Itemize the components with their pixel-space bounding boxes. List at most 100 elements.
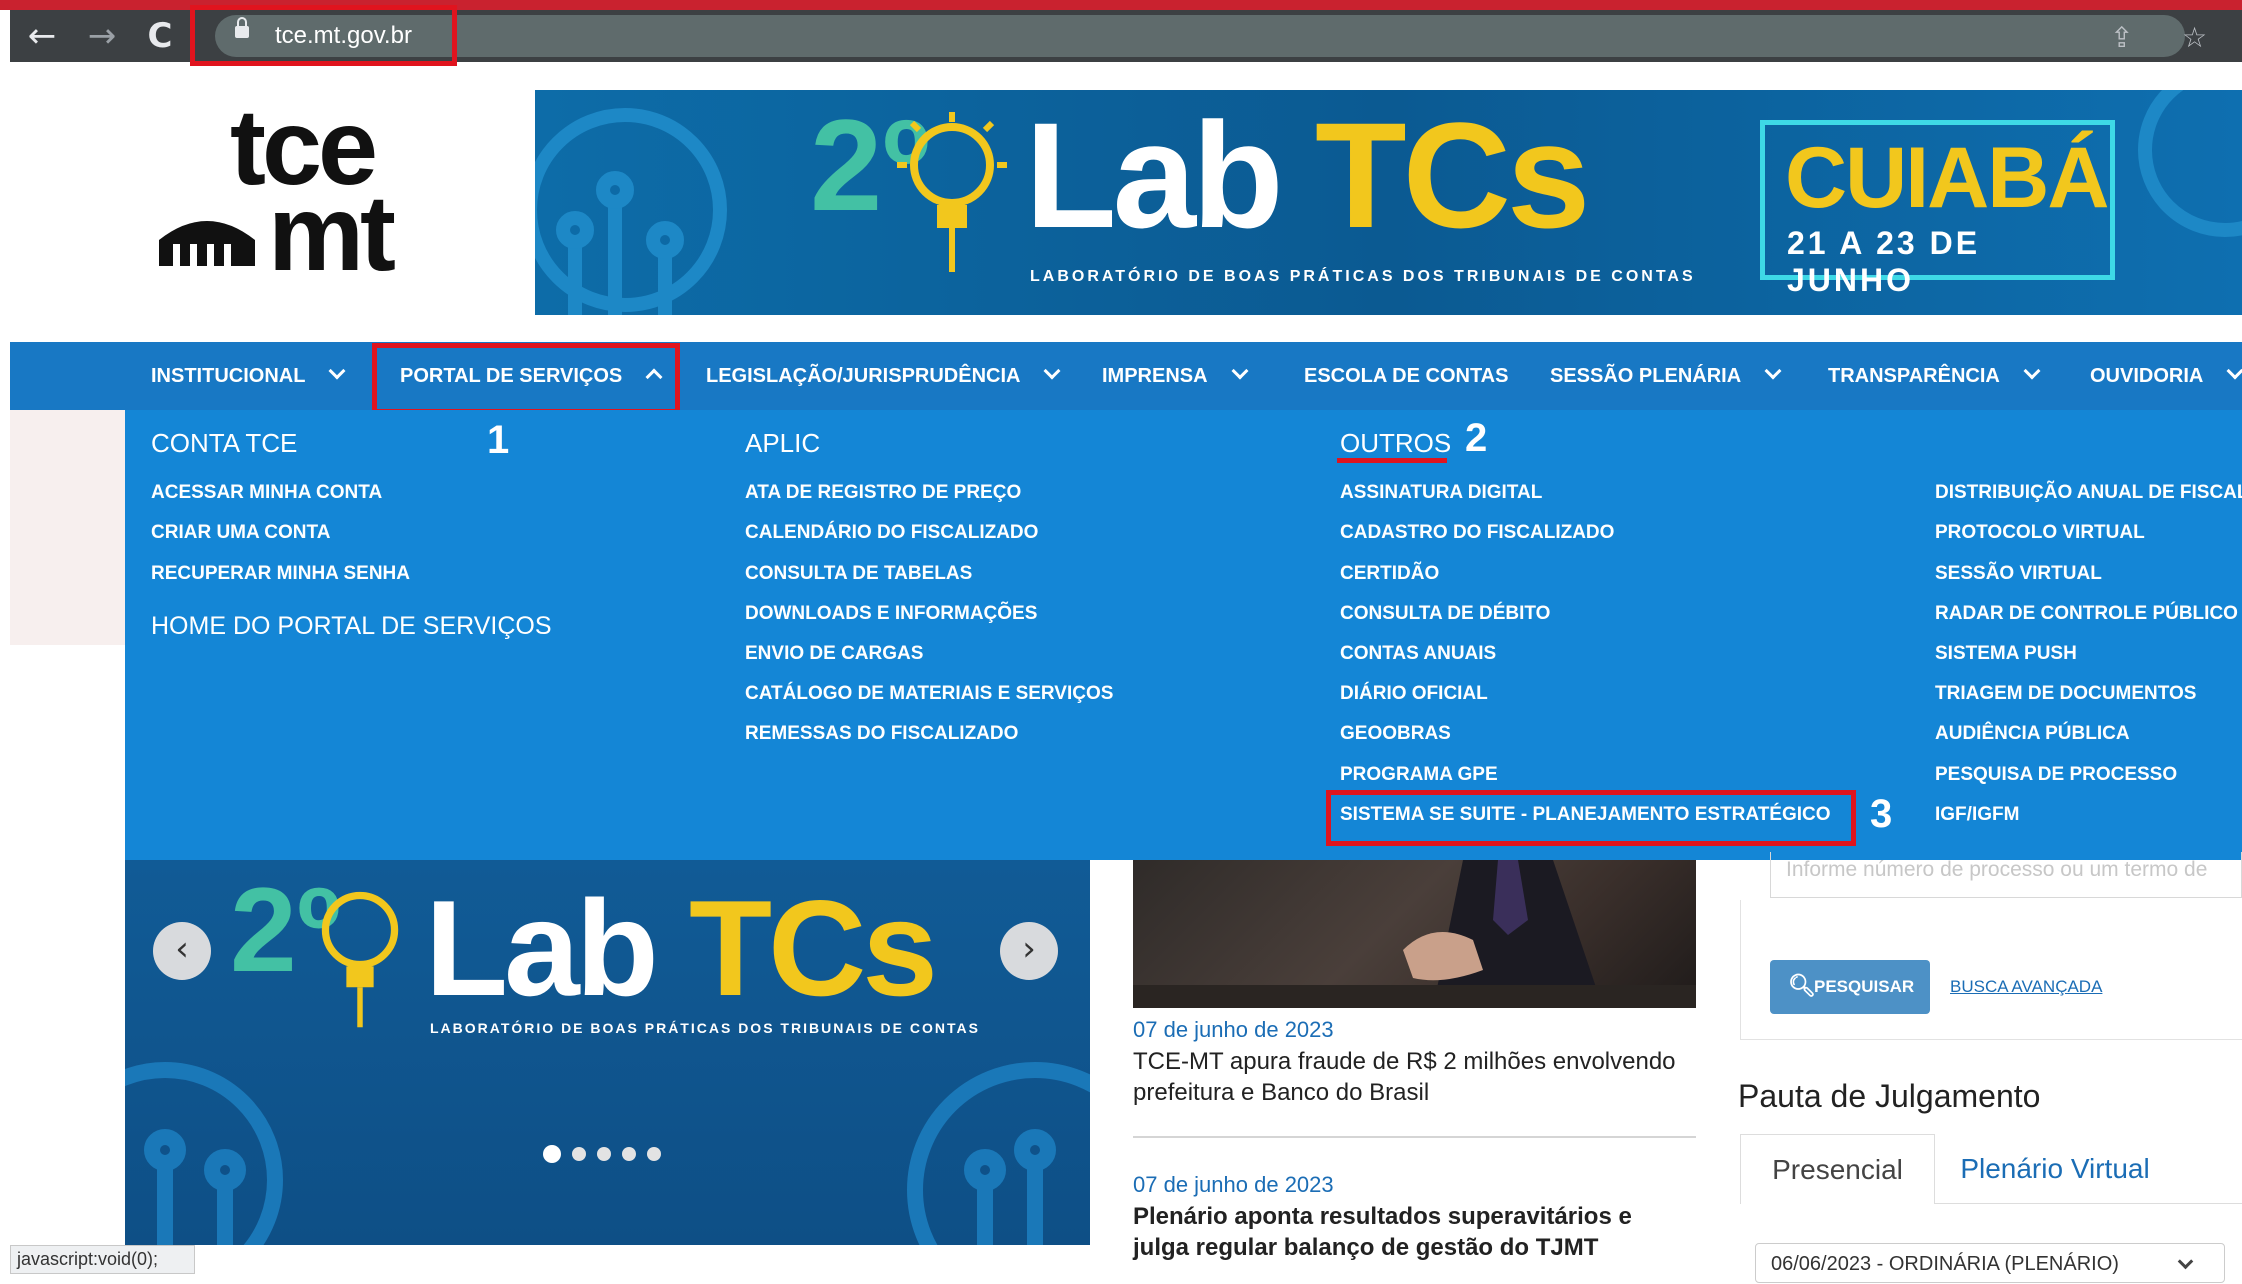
tab-presencial[interactable]: Presencial bbox=[1740, 1134, 1935, 1204]
menu-item-aplic[interactable]: CATÁLOGO DE MATERIAIS E SERVIÇOS bbox=[745, 683, 1113, 705]
menu-item-aplic[interactable]: ENVIO DE CARGAS bbox=[745, 643, 923, 665]
page-side-background bbox=[10, 410, 125, 645]
banner-city-box: CUIABÁ 21 A 23 DE JUNHO bbox=[1760, 120, 2115, 298]
carousel-title-tcs: TCs bbox=[689, 872, 938, 1024]
news-divider bbox=[1133, 1136, 1696, 1138]
banner-dates: 21 A 23 DE JUNHO bbox=[1787, 225, 1981, 298]
nav-label: OUVIDORIA bbox=[2090, 365, 2204, 387]
menu-item-outros[interactable]: CONSULTA DE DÉBITO bbox=[1340, 603, 1550, 625]
news-title[interactable]: TCE-MT apura fraude de R$ 2 milhões envo… bbox=[1133, 1046, 1693, 1108]
menu-item-sistema-se-suite[interactable]: SISTEMA SE SUITE - PLANEJAMENTO ESTRATÉG… bbox=[1340, 804, 1831, 826]
browser-toolbar: ← → C tce.mt.gov.br ⇪ ☆ bbox=[10, 10, 2242, 62]
news-photo[interactable] bbox=[1133, 860, 1696, 1008]
carousel-dot[interactable] bbox=[597, 1147, 611, 1161]
menu-heading-aplic: APLIC bbox=[745, 428, 821, 458]
menu-item-col4[interactable]: AUDIÊNCIA PÚBLICA bbox=[1935, 723, 2130, 745]
menu-heading-conta-tce: CONTA TCE bbox=[151, 428, 298, 458]
chevron-down-icon bbox=[2226, 362, 2242, 380]
event-banner[interactable]: 2º Lab TCs LABORATÓRIO DE BOAS PRÁTICAS … bbox=[535, 90, 2242, 315]
address-bar[interactable] bbox=[215, 15, 2185, 57]
menu-item-col4[interactable]: RADAR DE CONTROLE PÚBLICO bbox=[1935, 603, 2238, 625]
menu-item-outros[interactable]: ASSINATURA DIGITAL bbox=[1340, 482, 1542, 504]
banner-title-lab: Lab bbox=[1025, 91, 1284, 259]
nav-escola-de-contas[interactable]: ESCOLA DE CONTAS bbox=[1304, 342, 1508, 410]
nav-label: LEGISLAÇÃO/JURISPRUDÊNCIA bbox=[706, 365, 1021, 387]
menu-item-outros[interactable]: GEOOBRAS bbox=[1340, 723, 1451, 745]
nav-ouvidoria[interactable]: OUVIDORIA bbox=[2090, 342, 2242, 410]
carousel-dot[interactable] bbox=[622, 1147, 636, 1161]
menu-item-outros[interactable]: CADASTRO DO FISCALIZADO bbox=[1340, 522, 1614, 544]
nav-label: ESCOLA DE CONTAS bbox=[1304, 365, 1509, 387]
carousel-next-icon[interactable]: › bbox=[1000, 922, 1058, 980]
nav-transparencia[interactable]: TRANSPARÊNCIA bbox=[1828, 342, 2041, 410]
menu-item-col4[interactable]: SISTEMA PUSH bbox=[1935, 643, 2077, 665]
chevron-down-icon bbox=[328, 362, 346, 380]
logo-line2: mt bbox=[268, 172, 396, 293]
menu-item-acessar-conta[interactable]: ACESSAR MINHA CONTA bbox=[151, 482, 382, 504]
news-title[interactable]: Plenário aponta resultados superavitário… bbox=[1133, 1201, 1693, 1263]
nav-label: PORTAL DE SERVIÇOS bbox=[400, 365, 623, 387]
speaker-photo-illustration bbox=[1133, 860, 1696, 1008]
menu-item-col4[interactable]: IGF/IGFM bbox=[1935, 804, 2019, 826]
menu-item-outros[interactable]: PROGRAMA GPE bbox=[1340, 764, 1498, 786]
menu-item-col4[interactable]: PESQUISA DE PROCESSO bbox=[1935, 764, 2177, 786]
menu-item-outros[interactable]: CERTIDÃO bbox=[1340, 563, 1439, 585]
carousel-dot-active[interactable] bbox=[543, 1145, 561, 1163]
search-icon: 🔍︎ bbox=[1788, 974, 1816, 999]
advanced-search-link[interactable]: BUSCA AVANÇADA bbox=[1950, 977, 2102, 997]
menu-item-criar-conta[interactable]: CRIAR UMA CONTA bbox=[151, 522, 330, 544]
news-carousel[interactable]: 2º Lab TCs LABORATÓRIO DE BOAS PRÁTICAS … bbox=[125, 860, 1090, 1245]
menu-item-outros[interactable]: DIÁRIO OFICIAL bbox=[1340, 683, 1488, 705]
menu-heading-outros[interactable]: OUTROS bbox=[1340, 428, 1451, 459]
menu-item-col4[interactable]: DISTRIBUIÇÃO ANUAL DE FISCAL bbox=[1935, 482, 2242, 504]
carousel-prev-icon[interactable]: ‹ bbox=[153, 922, 211, 980]
forward-icon[interactable]: → bbox=[82, 19, 122, 53]
menu-item-aplic[interactable]: CONSULTA DE TABELAS bbox=[745, 563, 972, 585]
carousel-dot[interactable] bbox=[647, 1147, 661, 1161]
nav-imprensa[interactable]: IMPRENSA bbox=[1102, 342, 1249, 410]
tab-underline bbox=[2175, 1203, 2242, 1204]
nav-sessao-plenaria[interactable]: SESSÃO PLENÁRIA bbox=[1550, 342, 1782, 410]
banner-city: CUIABÁ bbox=[1785, 130, 2109, 226]
status-bar: javascript:void(0); bbox=[10, 1245, 195, 1274]
back-icon[interactable]: ← bbox=[22, 19, 62, 53]
annotation-step-3: 3 bbox=[1870, 792, 1893, 836]
carousel-subtitle: LABORATÓRIO DE BOAS PRÁTICAS DOS TRIBUNA… bbox=[430, 1020, 980, 1036]
annotation-step-2: 2 bbox=[1465, 416, 1488, 460]
menu-home-portal[interactable]: HOME DO PORTAL DE SERVIÇOS bbox=[151, 612, 552, 641]
menu-item-aplic[interactable]: ATA DE REGISTRO DE PREÇO bbox=[745, 482, 1021, 504]
nav-portal-de-servicos[interactable]: PORTAL DE SERVIÇOS bbox=[400, 342, 663, 410]
news-date: 07 de junho de 2023 bbox=[1133, 1172, 1334, 1197]
nav-institucional[interactable]: INSTITUCIONAL bbox=[151, 342, 346, 410]
tab-plenario-virtual[interactable]: Plenário Virtual bbox=[1935, 1134, 2175, 1204]
chevron-down-icon bbox=[1043, 362, 1061, 380]
nav-label: SESSÃO PLENÁRIA bbox=[1550, 365, 1742, 387]
tce-mt-logo[interactable]: tce mt bbox=[150, 92, 430, 288]
menu-item-col4[interactable]: TRIAGEM DE DOCUMENTOS bbox=[1935, 683, 2196, 705]
menu-item-aplic[interactable]: CALENDÁRIO DO FISCALIZADO bbox=[745, 522, 1038, 544]
url-text[interactable]: tce.mt.gov.br bbox=[275, 20, 412, 52]
search-button-label: PESQUISAR bbox=[1814, 977, 1915, 996]
menu-item-aplic[interactable]: REMESSAS DO FISCALIZADO bbox=[745, 723, 1018, 745]
nav-label: TRANSPARÊNCIA bbox=[1828, 365, 2000, 387]
menu-item-aplic[interactable]: DOWNLOADS E INFORMAÇÕES bbox=[745, 603, 1037, 625]
lock-icon[interactable] bbox=[235, 17, 249, 38]
chevron-down-icon bbox=[1764, 362, 1782, 380]
menu-item-outros[interactable]: CONTAS ANUAIS bbox=[1340, 643, 1496, 665]
carousel-dot[interactable] bbox=[572, 1147, 586, 1161]
menu-item-col4[interactable]: SESSÃO VIRTUAL bbox=[1935, 563, 2102, 585]
bookmark-star-icon[interactable]: ☆ bbox=[2182, 24, 2207, 52]
reload-icon[interactable]: C bbox=[140, 19, 180, 53]
search-button[interactable]: 🔍︎ PESQUISAR bbox=[1770, 960, 1930, 1014]
main-navigation: INSTITUCIONAL PORTAL DE SERVIÇOS LEGISLA… bbox=[10, 342, 2242, 410]
nav-label: INSTITUCIONAL bbox=[151, 365, 306, 387]
banner-title-tcs: TCs bbox=[1315, 91, 1590, 259]
search-placeholder: Informe número de processo ou um termo d… bbox=[1786, 858, 2208, 881]
chevron-down-icon bbox=[1231, 362, 1249, 380]
nav-legislacao[interactable]: LEGISLAÇÃO/JURISPRUDÊNCIA bbox=[706, 342, 1061, 410]
menu-item-col4[interactable]: PROTOCOLO VIRTUAL bbox=[1935, 522, 2145, 544]
menu-item-recuperar-senha[interactable]: RECUPERAR MINHA SENHA bbox=[151, 563, 410, 585]
share-icon[interactable]: ⇪ bbox=[2110, 24, 2133, 52]
chevron-up-icon bbox=[645, 368, 663, 386]
session-select[interactable]: 06/06/2023 - ORDINÁRIA (PLENÁRIO) bbox=[1755, 1243, 2225, 1283]
